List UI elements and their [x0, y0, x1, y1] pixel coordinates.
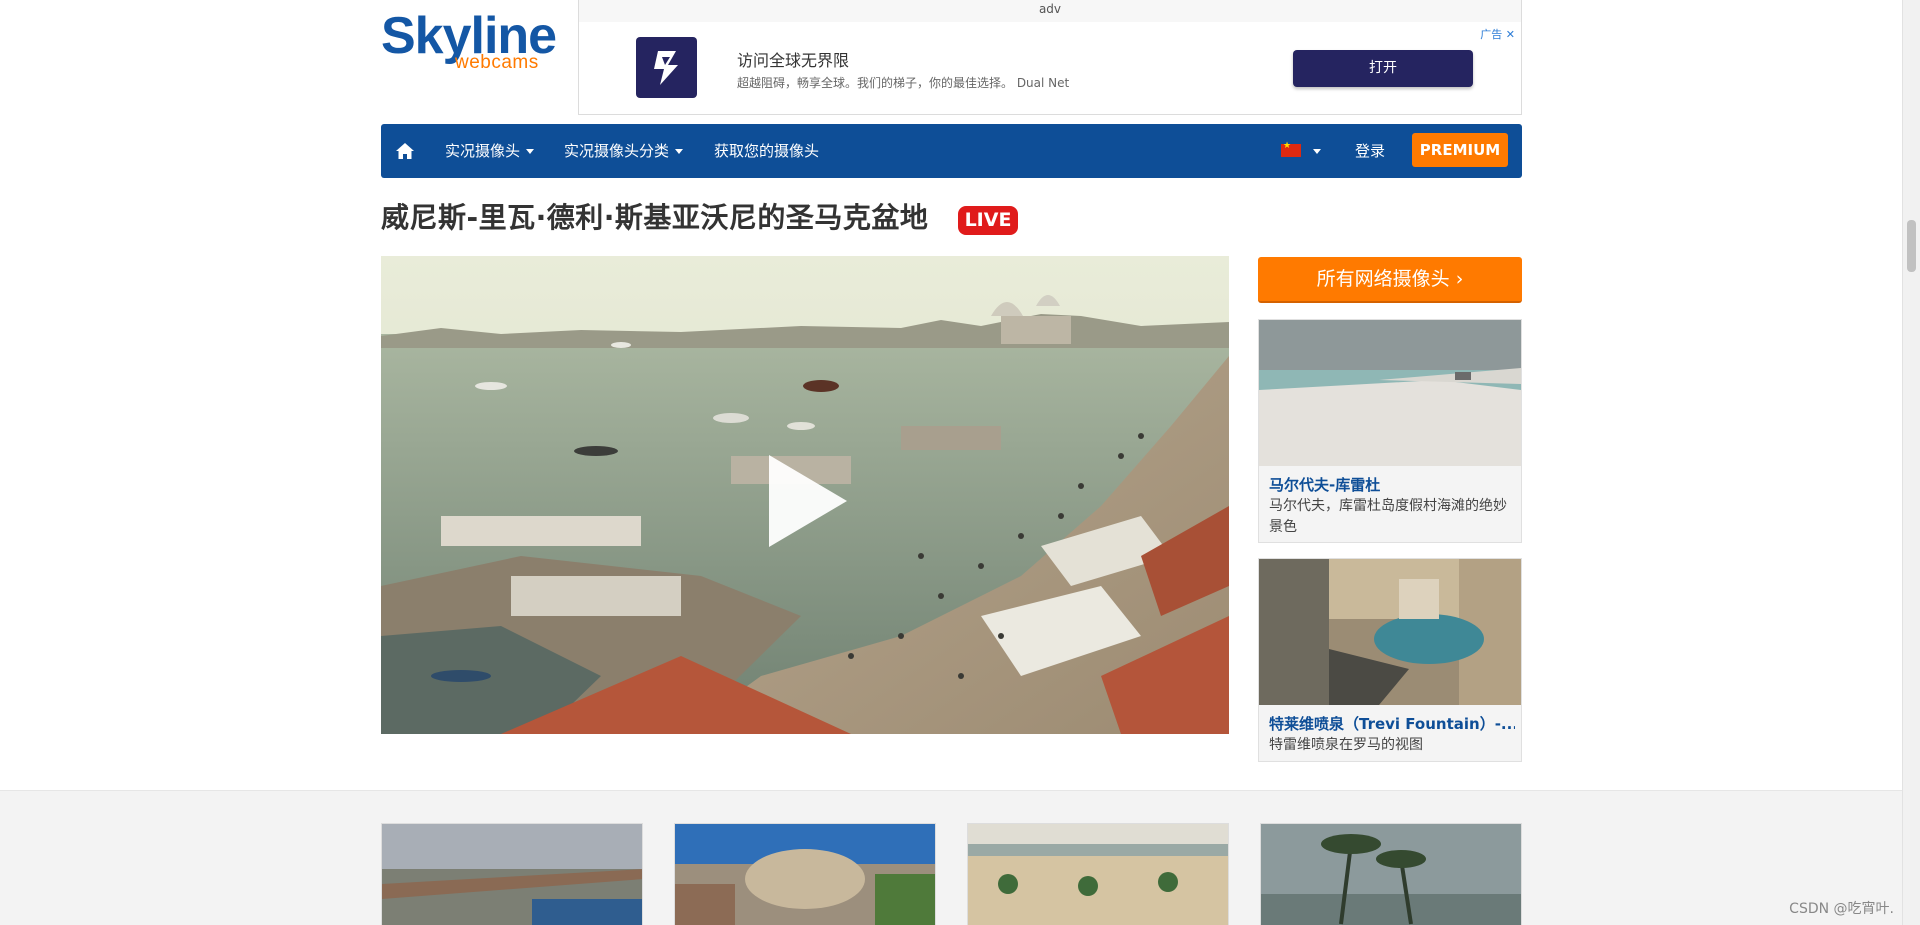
page-title: 威尼斯-里瓦·德利·斯基亚沃尼的圣马克盆地: [381, 201, 929, 234]
login-link[interactable]: 登录: [1355, 124, 1385, 178]
chevron-down-icon[interactable]: [1313, 149, 1321, 154]
maldives-thumbnail[interactable]: [1259, 320, 1521, 466]
trevi-fountain-thumbnail[interactable]: [1259, 559, 1521, 705]
page-scrollbar[interactable]: [1902, 0, 1920, 925]
china-flag-icon[interactable]: [1281, 141, 1301, 157]
ad-label: adv: [578, 0, 1522, 22]
webcam-card[interactable]: 马尔代夫-库雷杜 马尔代夫，库雷杜岛度假村海滩的绝妙景色: [1258, 319, 1522, 543]
dual-net-logo-icon: [636, 37, 697, 98]
main-navbar: 实况摄像头 实况摄像头分类 获取您的摄像头 登录 PREMIUM: [381, 124, 1522, 178]
premium-button[interactable]: PREMIUM: [1412, 133, 1508, 167]
ad-open-button[interactable]: 打开: [1293, 50, 1473, 87]
webcam-card[interactable]: 特莱维喷泉（Trevi Fountain）-... 特雷维喷泉在罗马的视图: [1258, 558, 1522, 762]
webcam-video-player[interactable]: [381, 256, 1229, 734]
ad-description: 超越阻碍，畅享全球。我们的梯子，你的最佳选择。 Dual Net: [737, 76, 1070, 90]
ad-close-icon[interactable]: 广告 ✕: [1480, 26, 1515, 42]
nav-webcam-categories[interactable]: 实况摄像头分类: [564, 124, 684, 178]
webcam-thumbnail[interactable]: [967, 823, 1229, 925]
more-webcams-strip: [0, 790, 1902, 925]
page: Skyline webcams adv 访问全球无界限 超越阻碍，畅享全球。我们…: [0, 0, 1920, 925]
card-title[interactable]: 马尔代夫-库雷杜: [1269, 474, 1515, 495]
nav-live-webcams[interactable]: 实况摄像头: [445, 124, 535, 178]
ad-title: 访问全球无界限: [737, 51, 850, 70]
nav-get-your-webcam-label: 获取您的摄像头: [714, 142, 820, 160]
ad-banner[interactable]: 访问全球无界限 超越阻碍，畅享全球。我们的梯子，你的最佳选择。 Dual Net…: [578, 22, 1522, 115]
card-description: 特雷维喷泉在罗马的视图: [1269, 737, 1423, 753]
webcam-thumbnail[interactable]: [1260, 823, 1522, 925]
card-title[interactable]: 特莱维喷泉（Trevi Fountain）-...: [1269, 713, 1515, 734]
chevron-down-icon: [675, 149, 684, 154]
play-icon[interactable]: [763, 451, 853, 551]
chevron-down-icon: [526, 149, 535, 154]
nav-webcam-categories-label: 实况摄像头分类: [564, 142, 670, 160]
nav-get-your-webcam[interactable]: 获取您的摄像头: [714, 124, 819, 178]
all-webcams-button[interactable]: 所有网络摄像头 ›: [1258, 257, 1522, 303]
logo-subtext: webcams: [455, 52, 539, 73]
card-description: 马尔代夫，库雷杜岛度假村海滩的绝妙景色: [1269, 498, 1507, 535]
home-icon[interactable]: [395, 141, 415, 161]
live-badge: LIVE: [958, 206, 1018, 235]
scrollbar-thumb[interactable]: [1907, 220, 1916, 272]
nav-live-webcams-label: 实况摄像头: [445, 142, 521, 160]
webcam-thumbnail[interactable]: [381, 823, 643, 925]
skyline-logo[interactable]: Skyline webcams: [381, 10, 557, 74]
csdn-watermark: CSDN @吃宵叶.: [1789, 901, 1894, 917]
webcam-thumbnail[interactable]: [674, 823, 936, 925]
